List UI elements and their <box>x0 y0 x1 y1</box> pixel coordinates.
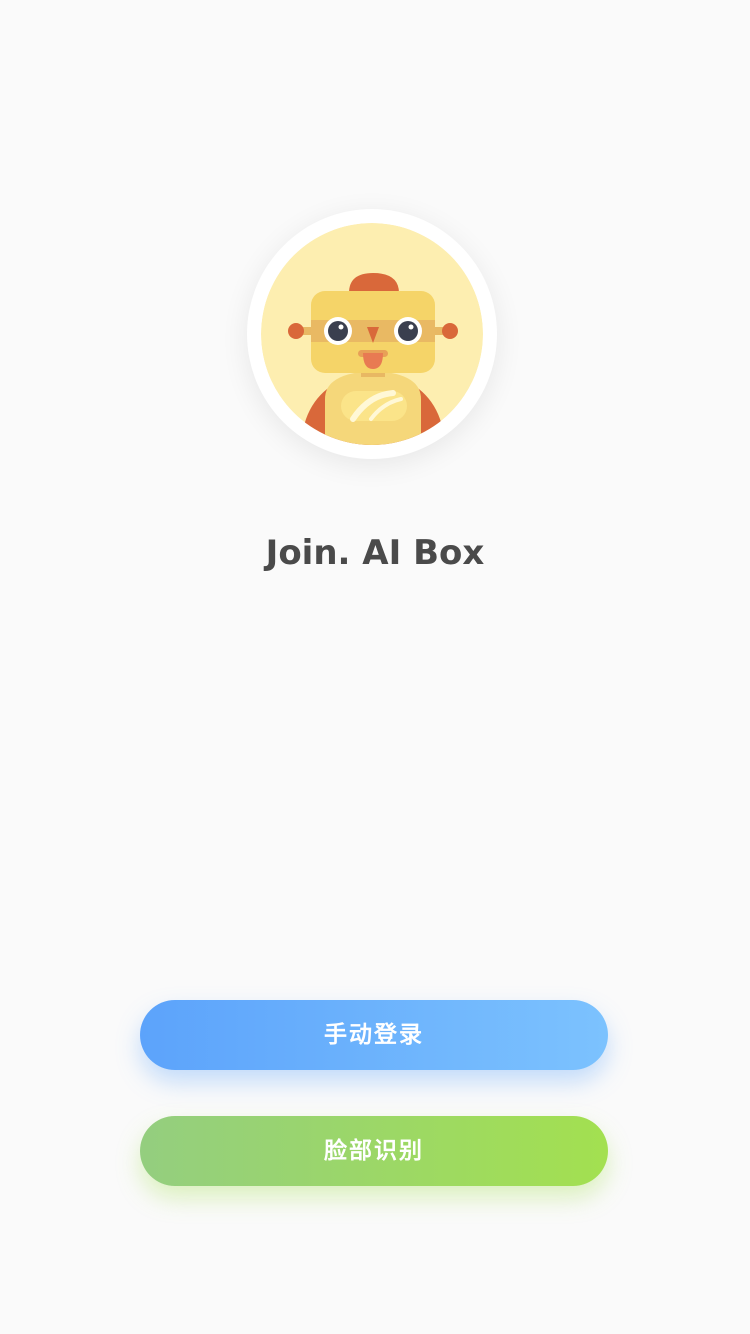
app-title: Join. AI Box <box>265 533 485 573</box>
avatar <box>247 209 497 459</box>
face-recognition-button[interactable]: 脸部识别 <box>140 1116 608 1186</box>
robot-mascot-icon <box>261 223 483 445</box>
manual-login-button[interactable]: 手动登录 <box>140 1000 608 1070</box>
